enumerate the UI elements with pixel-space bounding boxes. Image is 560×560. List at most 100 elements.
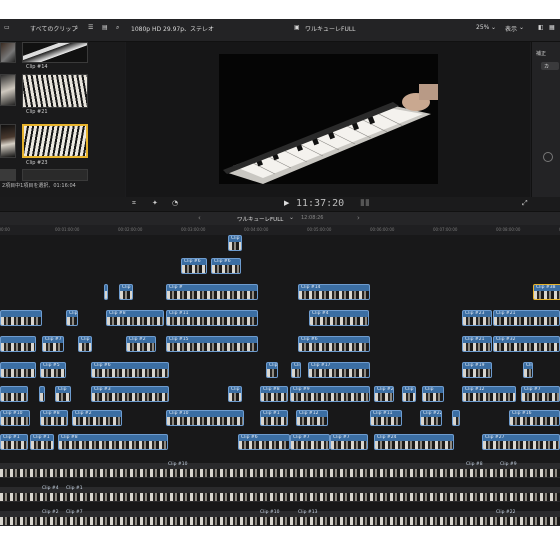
timeline-clip[interactable]: Clip # xyxy=(166,284,258,300)
timeline-clip[interactable]: Clip #32 xyxy=(493,336,560,352)
clip-thumbnail[interactable] xyxy=(0,169,16,181)
timeline-ruler[interactable]: 00:00:00 00:01:00:00 00:02:00:00 00:03:00:0… xyxy=(0,225,560,235)
speed-icon[interactable]: ◔ xyxy=(172,199,178,207)
timeline-clip[interactable]: Clip xyxy=(55,386,71,402)
primary-storyline[interactable]: Clip #10 Clip #9 Clip #8 xyxy=(0,462,560,478)
inspector-knob[interactable] xyxy=(543,152,553,162)
timeline-clip[interactable] xyxy=(104,284,108,300)
timeline-clip[interactable]: Clip #5 xyxy=(40,362,66,378)
chevron-down-icon[interactable]: ⌄ xyxy=(519,24,524,31)
timeline-clip[interactable] xyxy=(0,310,42,326)
timeline-clip[interactable] xyxy=(0,362,36,378)
timeline-clip[interactable]: Clip #7 xyxy=(42,336,64,352)
timeline-clip[interactable]: Clip #38 xyxy=(533,284,560,300)
timeline-clip[interactable]: Clip #6 xyxy=(298,336,370,352)
timeline-clip[interactable]: Clip #8 xyxy=(40,410,68,426)
video-frame[interactable] xyxy=(219,54,438,184)
timeline-clip[interactable]: Clip #12 xyxy=(462,386,516,402)
timeline-clip[interactable]: Clip #6 xyxy=(238,434,290,450)
back-arrow-icon[interactable]: ‹ xyxy=(198,214,201,222)
clip-thumbnail-23[interactable] xyxy=(22,124,88,158)
timeline-clip[interactable]: Clip #8 xyxy=(106,310,164,326)
timeline-clip[interactable]: Clip #4 xyxy=(309,310,369,326)
timeline-clip[interactable]: Clip #7 xyxy=(290,434,330,450)
timeline-clip[interactable]: Clip #9 xyxy=(290,386,370,402)
clip-thumbnail[interactable] xyxy=(0,74,16,106)
timeline-clip[interactable] xyxy=(0,386,28,402)
clip-thumbnail-21[interactable] xyxy=(22,74,88,108)
lower-track[interactable]: Clip #4 Clip #1 xyxy=(0,486,560,502)
timeline-clip[interactable]: Clip #10 xyxy=(166,410,244,426)
timeline-clip[interactable]: Clip xyxy=(119,284,133,300)
timeline-clip[interactable]: Clip #2 xyxy=(126,336,156,352)
view-dropdown[interactable]: 表示 xyxy=(505,24,517,33)
timeline-clip[interactable]: Clip #8 xyxy=(260,386,288,402)
library-icon[interactable]: ▭ xyxy=(4,24,10,31)
timeline-clip[interactable]: Clip #17 xyxy=(308,362,370,378)
clip-thumbnail[interactable] xyxy=(0,124,16,158)
timeline-clip[interactable]: Clip xyxy=(266,362,278,378)
share-icon[interactable]: ▦ xyxy=(549,24,555,31)
clip-thumbnail[interactable] xyxy=(0,42,16,63)
timeline-clip[interactable] xyxy=(452,410,460,426)
timeline-clip[interactable]: Clip xyxy=(291,362,301,378)
timeline-clip[interactable]: Clip #7 xyxy=(521,386,560,402)
timeline-clip[interactable]: Clip #1 xyxy=(260,410,288,426)
lower-track[interactable]: Clip #2 Clip #7 Clip #10 Clip #13 Clip #22 xyxy=(0,510,560,526)
zoom-dropdown[interactable]: 25% xyxy=(476,24,489,31)
play-icon[interactable]: ▶ xyxy=(284,199,289,207)
timeline-clip[interactable]: Clip xyxy=(402,386,416,402)
timeline-clip[interactable]: Clip #15 xyxy=(166,336,258,352)
chevron-down-icon[interactable]: ⌄ xyxy=(289,214,294,221)
timeline-clip[interactable] xyxy=(0,336,36,352)
timeline-clip[interactable]: Clip #16 xyxy=(509,410,560,426)
timeline-clip[interactable]: Clip #1 xyxy=(30,434,54,450)
timeline-clip[interactable]: Clip #7 xyxy=(330,434,368,450)
chevron-down-icon[interactable]: ⌄ xyxy=(491,24,496,31)
timeline-clip[interactable]: Clip #21 xyxy=(374,386,394,402)
list-view-icon[interactable]: ☰ xyxy=(88,24,93,31)
clip-thumbnail-14[interactable] xyxy=(22,42,88,63)
filmstrip-icon[interactable]: ▤ xyxy=(102,24,108,31)
timeline-clip[interactable]: Clip #12 xyxy=(296,410,328,426)
timeline-clip[interactable]: Clip #21 xyxy=(462,336,492,352)
timeline-clip[interactable]: Clip xyxy=(422,386,444,402)
timeline-clip[interactable]: Clip #8 xyxy=(58,434,168,450)
timeline-clip[interactable]: Clip #3 xyxy=(91,386,169,402)
timeline-clip[interactable]: Clip #27 xyxy=(482,434,560,450)
timeline-clip[interactable]: Clip #14 xyxy=(298,284,370,300)
inspector-button[interactable]: カ xyxy=(541,62,559,70)
clip-filmstrip xyxy=(291,393,369,401)
timeline-clip[interactable]: Clip #1 xyxy=(0,434,28,450)
timeline-clip[interactable]: Clip #6 xyxy=(181,258,207,274)
timeline-clip[interactable]: Clip xyxy=(228,386,242,402)
timeline-clip[interactable]: Clip #10 xyxy=(0,410,30,426)
timeline-clip[interactable]: Clip #19 xyxy=(462,362,492,378)
timeline-clip[interactable]: Clip #2 xyxy=(72,410,122,426)
timeline-clip[interactable]: Clip #23 xyxy=(462,310,492,326)
chevron-down-icon[interactable]: ⌄ xyxy=(74,24,79,31)
timeline[interactable]: Clip Clip #6 Clip #6 Clip Clip # Clip #14 Clip… xyxy=(0,235,560,526)
timeline-clip[interactable]: Clip xyxy=(66,310,78,326)
timeline-clip[interactable]: Clip #6 xyxy=(211,258,241,274)
crop-icon[interactable]: ⌗ xyxy=(132,199,136,208)
timeline-clip[interactable]: Clip #11 xyxy=(166,310,258,326)
timecode[interactable]: 11:37:20 xyxy=(296,198,344,209)
timeline-clip[interactable]: Clip #24 xyxy=(374,434,454,450)
timeline-clip[interactable]: Clip xyxy=(78,336,92,352)
timeline-clip[interactable]: Clip xyxy=(523,362,533,378)
timeline-clip[interactable] xyxy=(39,386,45,402)
fullscreen-icon[interactable]: ⤢ xyxy=(522,199,528,208)
magic-wand-icon[interactable]: ✦ xyxy=(152,199,158,207)
clip-filter-dropdown[interactable]: すべてのクリップ xyxy=(30,24,77,33)
forward-arrow-icon[interactable]: › xyxy=(357,214,360,222)
timeline-clip[interactable]: Clip xyxy=(228,235,242,251)
timeline-clip[interactable]: Clip #6 xyxy=(91,362,169,378)
clip-thumbnail[interactable] xyxy=(22,169,88,181)
inspector-toggle-icon[interactable]: ◧ xyxy=(538,24,544,31)
timeline-clip[interactable]: Clip #11 xyxy=(370,410,402,426)
search-icon[interactable]: ⌕ xyxy=(116,24,119,32)
timeline-title[interactable]: ワルキューレFULL xyxy=(237,215,283,223)
timeline-clip[interactable]: Clip #22 xyxy=(420,410,442,426)
timeline-clip[interactable]: Clip #21 xyxy=(493,310,560,326)
